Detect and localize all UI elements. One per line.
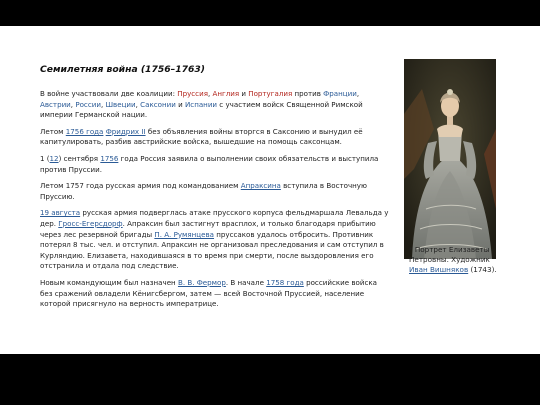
text: 1 ( <box>40 153 50 163</box>
text: и <box>175 99 185 109</box>
paragraph-fermor: Новым командующим был назначен В. В. Фер… <box>40 278 390 310</box>
article-title: Семилетняя война (1756–1763) <box>40 64 205 75</box>
text: Летом 1757 года русская армия под команд… <box>40 181 241 191</box>
term-portugal: Португалия <box>248 89 293 98</box>
paragraph-coalitions: В войне участвовали две коалиции: Прусси… <box>40 89 390 121</box>
portrait-image <box>404 59 496 259</box>
link-19-august[interactable]: 19 августа <box>40 208 80 217</box>
paragraph-russia-enters: 1 (12) сентября 1756 года Россия заявила… <box>40 154 390 175</box>
link-1756-year[interactable]: 1756 года <box>66 127 104 136</box>
term-prussia: Пруссия <box>177 89 208 98</box>
link-frederick-ii[interactable]: Фридрих II <box>106 127 146 136</box>
portrait-painting <box>404 59 496 259</box>
link-fermor[interactable]: В. В. Фермор <box>178 278 226 287</box>
link-apraksin[interactable]: Апраксина <box>241 181 281 190</box>
link-1756[interactable]: 1756 <box>100 154 118 163</box>
text: против <box>292 89 324 98</box>
portrait-caption: * Портрет Елизаветы Петровны. Художник И… <box>409 245 501 275</box>
term-spain: Испании <box>184 99 218 109</box>
term-saxony: Саксонии <box>140 99 176 109</box>
text: ) сентября <box>58 153 101 163</box>
link-1758-year[interactable]: 1758 года <box>266 278 304 287</box>
text: В войне участвовали две коалиции: <box>40 89 178 98</box>
caption-text: (1743). <box>468 265 497 274</box>
term-russia: России <box>75 99 101 109</box>
text: и <box>239 89 249 98</box>
slide: Семилетняя война (1756–1763) В войне уча… <box>0 26 540 354</box>
text: Летом <box>40 126 66 136</box>
text: Новым командующим был назначен <box>40 277 178 287</box>
link-rumyantsev[interactable]: П. А. Румянцева <box>154 230 214 239</box>
text: , <box>356 89 360 98</box>
paragraph-1757-campaign: Летом 1757 года русская армия под команд… <box>40 181 390 202</box>
caption-text: * Портрет Елизаветы Петровны. Художник <box>409 245 490 264</box>
term-france: Франции <box>323 89 357 98</box>
link-gross-jagersdorf[interactable]: Гросс-Егерсдорф <box>58 219 122 228</box>
link-day-12[interactable]: 12 <box>50 154 59 163</box>
text: . В начале <box>225 277 267 287</box>
link-ivan-vishnyakov[interactable]: Иван Вишняков <box>409 265 468 274</box>
paragraph-gross-jagersdorf: 19 августа русская армия подверглась ата… <box>40 208 390 272</box>
term-england: Англия <box>212 89 240 98</box>
article: Семилетняя война (1756–1763) В войне уча… <box>40 64 390 316</box>
term-austria: Австрии <box>40 99 71 109</box>
paragraph-saxony-invasion: Летом 1756 года Фридрих II без объявлени… <box>40 127 390 148</box>
term-sweden: Швеции <box>105 99 136 109</box>
